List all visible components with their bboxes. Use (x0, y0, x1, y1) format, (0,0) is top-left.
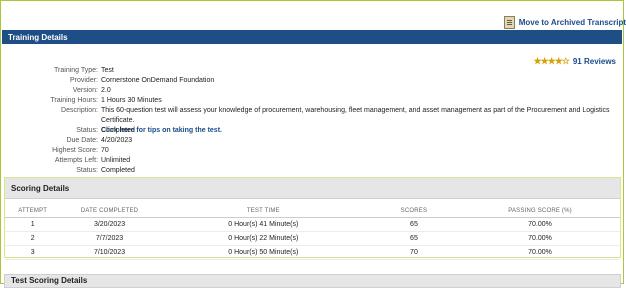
column-header: SCORES (367, 205, 461, 218)
detail-label: Status: (76, 127, 98, 134)
cell-attempt: 3 (5, 245, 61, 260)
detail-label: Provider: (69, 77, 98, 84)
detail-status-2: Status: Completed (0, 166, 626, 176)
cell-time: 0 Hour(s) 22 Minute(s) (158, 231, 368, 246)
cell-passing: 70.00% (460, 245, 620, 260)
table-row: 2 7/7/2023 0 Hour(s) 22 Minute(s) 65 70.… (5, 231, 620, 246)
detail-value: 70 (101, 147, 109, 154)
detail-label: Attempts Left: (54, 157, 98, 164)
cell-time: 0 Hour(s) 41 Minute(s) (158, 217, 368, 232)
detail-value: Completed (101, 167, 135, 174)
detail-value: Cornerstone OnDemand Foundation (101, 77, 215, 84)
cell-score: 70 (367, 245, 461, 260)
cell-passing: 70.00% (460, 231, 620, 246)
detail-label: Description: (61, 107, 98, 114)
table-row: 3 7/10/2023 0 Hour(s) 50 Minute(s) 70 70… (5, 245, 620, 260)
detail-value: 2.0 (101, 87, 111, 94)
detail-label: Highest Score: (52, 147, 98, 154)
archive-icon (503, 15, 515, 29)
detail-value: 4/20/2023 (101, 137, 133, 144)
cell-score: 65 (367, 231, 461, 246)
detail-label: Due Date: (66, 137, 98, 144)
detail-description: Description: This 60-question test will … (0, 106, 626, 134)
detail-label: Status: (76, 167, 98, 174)
move-to-archive-link[interactable]: Move to Archived Transcript (503, 12, 626, 32)
training-details-header: Training Details (2, 30, 622, 44)
detail-value: 1 Hours 30 Minutes (101, 97, 162, 104)
cell-attempt: 1 (5, 217, 61, 232)
section-title: Training Details (8, 32, 68, 42)
detail-value: Completed (101, 127, 135, 134)
cell-attempt: 2 (5, 231, 61, 246)
detail-version: Version: 2.0 (0, 86, 626, 96)
detail-highest-score: Highest Score: 70 (0, 146, 626, 156)
scoring-table: ATTEMPT DATE COMPLETED TEST TIME SCORES … (5, 205, 620, 260)
detail-value: This 60-question test will assess your k… (101, 106, 626, 134)
table-row: 1 3/20/2023 0 Hour(s) 41 Minute(s) 65 70… (5, 217, 620, 232)
cell-time: 0 Hour(s) 50 Minute(s) (158, 245, 368, 260)
column-header: TEST TIME (158, 205, 368, 218)
column-header: DATE COMPLETED (60, 205, 159, 218)
scoring-details-title: Scoring Details (5, 178, 620, 199)
detail-value: Unlimited (101, 157, 131, 164)
detail-label: Version: (72, 87, 98, 94)
column-header: ATTEMPT (5, 205, 61, 218)
detail-training-type: Training Type: Test (0, 66, 626, 76)
cell-date: 3/20/2023 (60, 217, 159, 232)
cell-score: 65 (367, 217, 461, 232)
table-header-row: ATTEMPT DATE COMPLETED TEST TIME SCORES … (5, 205, 620, 218)
detail-value: Test (101, 67, 114, 74)
detail-status: Status: Completed (0, 126, 626, 136)
cell-passing: 70.00% (460, 217, 620, 232)
cell-date: 7/7/2023 (60, 231, 159, 246)
reviews-count-link[interactable]: 91 Reviews (573, 57, 616, 66)
detail-training-hours: Training Hours: 1 Hours 30 Minutes (0, 96, 626, 106)
scoring-details-panel: Scoring Details ATTEMPT DATE COMPLETED T… (4, 177, 621, 260)
column-header: PASSING SCORE (%) (460, 205, 620, 218)
detail-label: Training Type: (54, 67, 98, 74)
detail-due-date: Due Date: 4/20/2023 (0, 136, 626, 146)
detail-label: Training Hours: (50, 97, 98, 104)
cell-date: 7/10/2023 (60, 245, 159, 260)
description-text: This 60-question test will assess your k… (101, 107, 610, 124)
training-details: Training Type: Test Provider: Cornerston… (0, 66, 626, 176)
detail-attempts-left: Attempts Left: Unlimited (0, 156, 626, 166)
archive-label: Move to Archived Transcript (518, 17, 626, 27)
detail-provider: Provider: Cornerstone OnDemand Foundatio… (0, 76, 626, 86)
